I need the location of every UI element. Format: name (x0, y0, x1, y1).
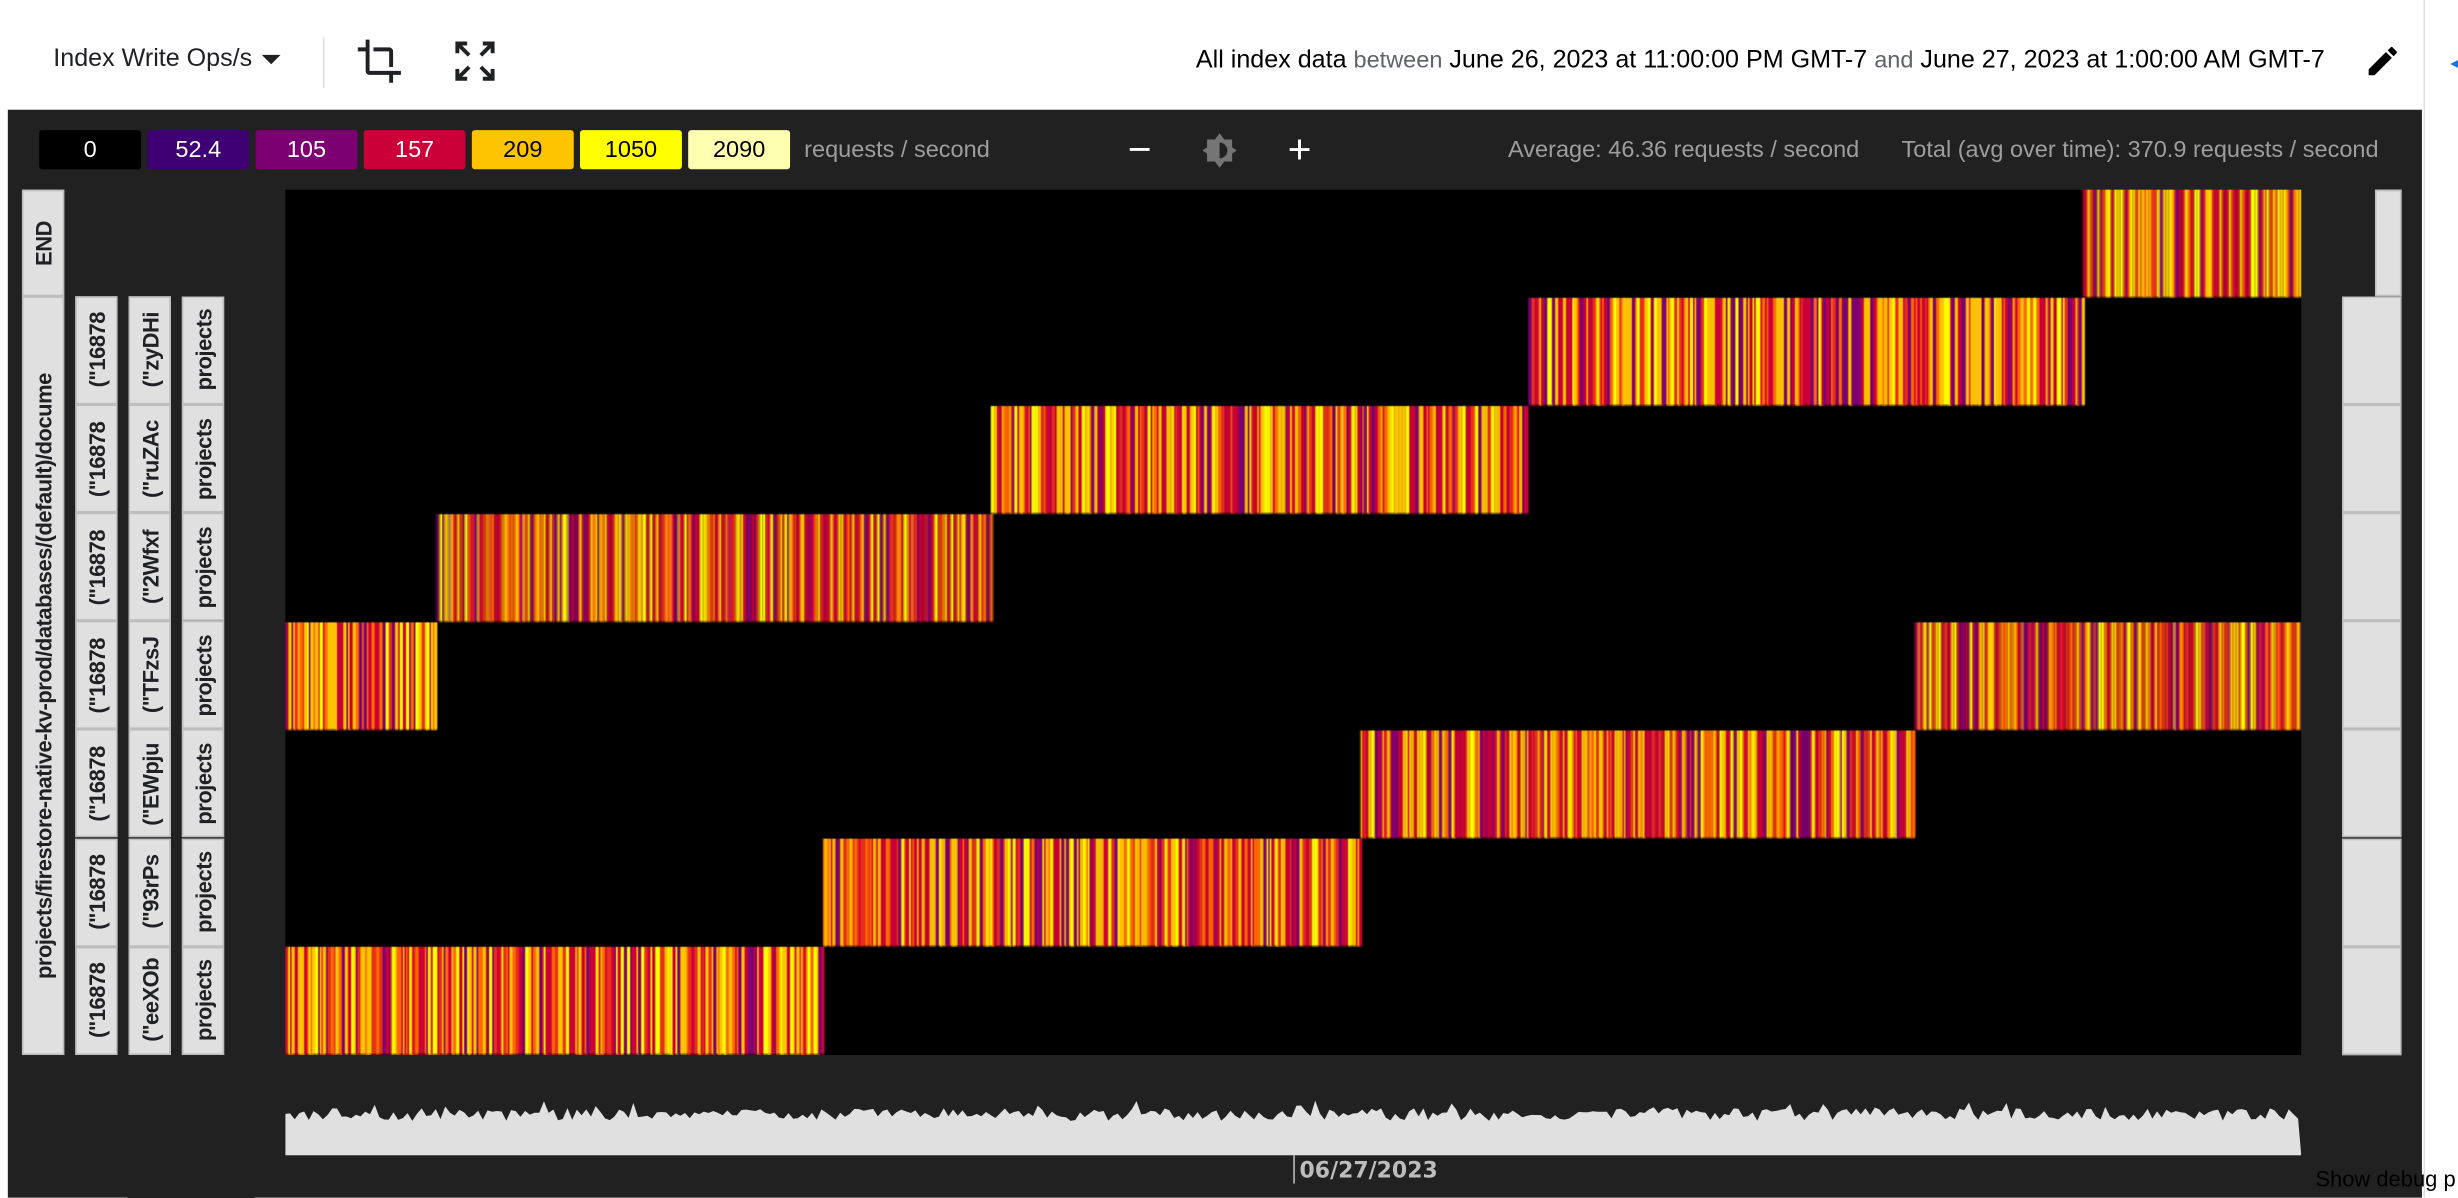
key-text: projects (190, 309, 216, 392)
divider (2423, 0, 2426, 1198)
zoom-in-button[interactable]: + (1279, 129, 1320, 170)
crop-icon[interactable] (356, 38, 403, 85)
key-text: ("16878 (83, 745, 109, 822)
key-label[interactable]: projects (181, 404, 225, 513)
key-label[interactable]: projects (181, 512, 225, 622)
legend-step: 157 (363, 130, 466, 170)
key-text: ("93rPs (137, 854, 163, 930)
date-range-summary: All index data between June 26, 2023 at … (1196, 47, 2325, 75)
heatmap-segment[interactable] (436, 514, 990, 622)
metric-label: Index Write Ops/s (53, 45, 253, 73)
key-label[interactable]: ("16878 (75, 512, 118, 622)
row-cell[interactable] (2341, 296, 2402, 405)
key-label[interactable]: ("16878 (75, 946, 118, 1055)
range-start: June 26, 2023 at 11:00:00 PM GMT-7 (1449, 47, 1868, 74)
row-cell[interactable] (2341, 621, 2402, 730)
key-text: projects (190, 959, 216, 1042)
key-label[interactable]: ("TFzsJ (128, 621, 171, 730)
key-label[interactable]: ("16878 (75, 621, 118, 730)
key-label[interactable]: ("zyDHi (128, 296, 171, 405)
key-text: projects (190, 526, 216, 608)
fullscreen-icon[interactable] (451, 38, 498, 85)
total-stat: Total (avg over time): 370.9 requests / … (1901, 136, 2379, 164)
legend-step: 0 (39, 130, 142, 170)
key-label[interactable]: projects (181, 621, 225, 730)
key-text: projects (190, 851, 216, 933)
row-cell[interactable] (2341, 837, 2402, 947)
sparkline[interactable] (285, 1093, 2302, 1156)
legend-step: 52.4 (147, 130, 250, 170)
key-label[interactable]: ("EWpju (128, 729, 171, 838)
key-text: ("16878 (83, 854, 109, 930)
key-text: ("EWpju (137, 742, 163, 825)
average-stat: Average: 46.36 requests / second (1508, 136, 1860, 164)
pencil-icon[interactable] (2364, 42, 2402, 80)
key-text: ("16878 (83, 312, 109, 389)
key-label[interactable]: ("16878 (75, 296, 118, 405)
legend-units: requests / second (804, 136, 990, 164)
show-debug-link[interactable]: Show debug p (2315, 1166, 2455, 1191)
range-between: between (1353, 47, 1443, 74)
heatmap-segment[interactable] (1360, 731, 1914, 839)
brightness-icon[interactable] (1201, 132, 1239, 170)
legend-step: 209 (471, 130, 574, 170)
scroll-track-cell[interactable] (2374, 189, 2402, 297)
key-visualizer: Index Write Ops/s All index data between… (0, 0, 2458, 1198)
key-label[interactable]: ("ruZAc (128, 404, 171, 513)
heatmap-segment[interactable] (285, 622, 436, 730)
key-label[interactable]: ("eeXOb (128, 946, 171, 1055)
key-label-prefix[interactable]: projects/firestore-native-kv-prod/databa… (21, 296, 65, 1055)
key-text: projects (190, 742, 216, 825)
range-scope: All index data (1195, 47, 1347, 74)
heatmap-segment[interactable] (285, 947, 823, 1055)
key-label[interactable]: projects (181, 296, 225, 405)
row-cell[interactable] (2341, 512, 2402, 622)
sparkline-area (285, 1100, 2302, 1156)
key-text: ("16878 (83, 420, 109, 497)
key-label[interactable]: projects (181, 729, 225, 838)
range-end: June 27, 2023 at 1:00:00 AM GMT-7 (1920, 47, 2325, 74)
key-label-end[interactable]: END (21, 189, 65, 297)
key-text: END (30, 220, 56, 266)
key-text: ("16878 (83, 529, 109, 605)
key-label[interactable]: projects (181, 946, 225, 1055)
key-label[interactable]: projects (181, 837, 225, 947)
zoom-out-button[interactable]: − (1119, 129, 1160, 170)
key-text: projects (190, 417, 216, 500)
timeline-date-label: 06/27/2023 (1299, 1158, 1438, 1184)
heatmap-segment[interactable] (1915, 622, 2301, 730)
legend-step: 1050 (580, 130, 682, 170)
key-text: projects/firestore-native-kv-prod/databa… (30, 372, 56, 979)
heatmap-segment[interactable] (2083, 190, 2301, 298)
metric-dropdown[interactable]: Index Write Ops/s (53, 45, 281, 73)
key-label[interactable]: ("2Wfxf (128, 512, 171, 622)
side-panel-edge: ◂ (2450, 47, 2458, 77)
key-text: ("16878 (83, 962, 109, 1038)
key-text: ("ruZAc (137, 419, 163, 498)
row-cell[interactable] (2341, 404, 2402, 513)
legend-step: 105 (255, 130, 358, 170)
key-label[interactable]: ("16878 (75, 729, 118, 838)
row-cell[interactable] (2341, 729, 2402, 838)
heatmap-segment[interactable] (991, 406, 1529, 514)
range-and: and (1874, 47, 1914, 74)
key-label[interactable]: ("93rPs (128, 837, 171, 947)
chevron-down-icon (261, 54, 281, 65)
key-text: ("TFzsJ (137, 636, 163, 714)
heatmap-segment[interactable] (1528, 298, 2082, 406)
key-text: ("eeXOb (137, 958, 163, 1043)
key-text: ("16878 (83, 637, 109, 714)
timeline-tick (1293, 1155, 1295, 1184)
key-text: ("zyDHi (137, 312, 163, 389)
row-cell[interactable] (2341, 946, 2402, 1055)
key-label[interactable]: ("16878 (75, 404, 118, 513)
key-label[interactable]: ("16878 (75, 837, 118, 947)
key-text: ("2Wfxf (137, 529, 163, 605)
heatmap-segment[interactable] (823, 839, 1361, 947)
legend-step: 2090 (688, 130, 791, 170)
key-text: projects (190, 634, 216, 717)
divider (322, 37, 325, 88)
